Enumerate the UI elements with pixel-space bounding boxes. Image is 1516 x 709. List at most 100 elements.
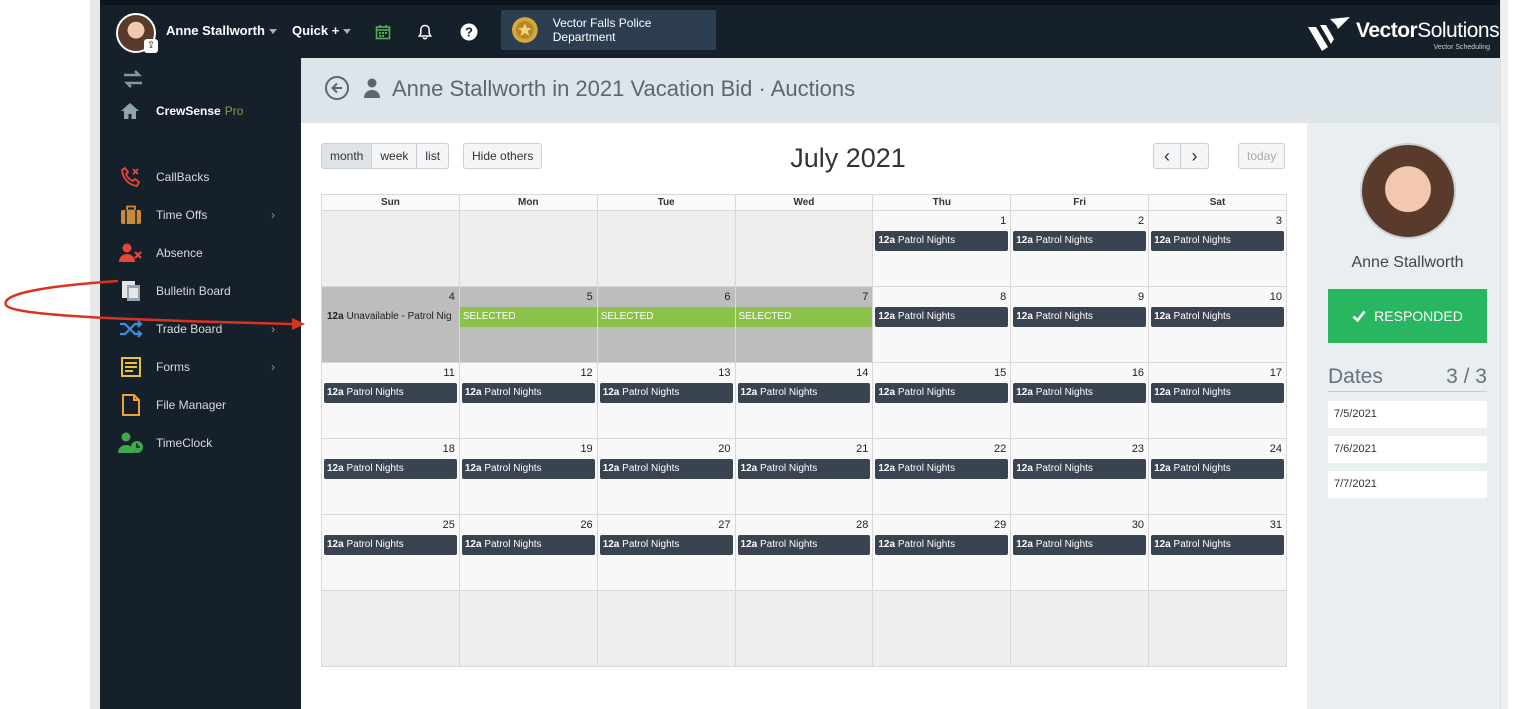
share-icon[interactable]: ⇪ bbox=[144, 39, 158, 53]
day-cell[interactable] bbox=[872, 590, 1012, 667]
selected-event[interactable]: SELECTED bbox=[459, 307, 597, 327]
day-cell[interactable]: 12 12a Patrol Nights bbox=[458, 362, 598, 439]
day-cell[interactable] bbox=[734, 590, 874, 667]
day-cell[interactable]: 22 12a Patrol Nights bbox=[872, 438, 1012, 515]
day-cell[interactable]: 24 12a Patrol Nights bbox=[1148, 438, 1287, 515]
day-cell[interactable]: 20 12a Patrol Nights bbox=[596, 438, 736, 515]
day-cell[interactable]: 15 12a Patrol Nights bbox=[872, 362, 1012, 439]
sidebar-item-time-offs[interactable]: Time Offs › bbox=[100, 196, 301, 234]
shift-event[interactable]: 12a Patrol Nights bbox=[1151, 535, 1284, 555]
shift-event[interactable]: 12a Patrol Nights bbox=[461, 459, 595, 479]
shift-event[interactable]: 12a Patrol Nights bbox=[875, 535, 1009, 555]
responded-button[interactable]: RESPONDED bbox=[1328, 289, 1487, 343]
day-cell[interactable]: 10 12a Patrol Nights bbox=[1148, 286, 1287, 363]
day-cell[interactable]: 2 12a Patrol Nights bbox=[1010, 210, 1150, 287]
day-cell[interactable]: 6 SELECTED bbox=[596, 286, 736, 363]
shift-event[interactable]: 12a Patrol Nights bbox=[875, 383, 1009, 403]
shift-event[interactable]: 12a Patrol Nights bbox=[599, 535, 733, 555]
day-cell[interactable]: 11 12a Patrol Nights bbox=[321, 362, 460, 439]
day-cell[interactable]: 27 12a Patrol Nights bbox=[596, 514, 736, 591]
shift-event[interactable]: 12a Patrol Nights bbox=[324, 383, 457, 403]
day-cell[interactable]: 19 12a Patrol Nights bbox=[458, 438, 598, 515]
shift-event[interactable]: 12a Patrol Nights bbox=[1013, 231, 1147, 251]
sidebar-item-trade-board[interactable]: Trade Board › bbox=[100, 310, 301, 348]
shift-event[interactable]: 12a Patrol Nights bbox=[461, 383, 595, 403]
day-cell[interactable]: 13 12a Patrol Nights bbox=[596, 362, 736, 439]
day-cell[interactable]: 29 12a Patrol Nights bbox=[872, 514, 1012, 591]
department-switcher[interactable]: Vector Falls Police Department bbox=[501, 10, 716, 50]
help-icon[interactable]: ? bbox=[458, 21, 480, 43]
day-cell[interactable]: 18 12a Patrol Nights bbox=[321, 438, 460, 515]
day-cell[interactable]: 17 12a Patrol Nights bbox=[1148, 362, 1287, 439]
day-cell[interactable] bbox=[458, 590, 598, 667]
crewsense-home[interactable]: CrewSense Pro bbox=[120, 102, 243, 120]
selected-event[interactable]: SELECTED bbox=[597, 307, 735, 327]
day-cell[interactable]: 8 12a Patrol Nights bbox=[872, 286, 1012, 363]
day-cell[interactable]: 31 12a Patrol Nights bbox=[1148, 514, 1287, 591]
day-cell[interactable]: 14 12a Patrol Nights bbox=[734, 362, 874, 439]
calendar-icon[interactable] bbox=[372, 21, 394, 43]
shift-event[interactable]: 12a Patrol Nights bbox=[1151, 307, 1284, 327]
user-menu[interactable]: Anne Stallworth bbox=[166, 23, 277, 38]
sidebar-item-forms[interactable]: Forms › bbox=[100, 348, 301, 386]
day-cell[interactable]: 30 12a Patrol Nights bbox=[1010, 514, 1150, 591]
day-cell[interactable]: 4 12a Unavailable - Patrol Nig bbox=[321, 286, 460, 363]
shift-event[interactable]: 12a Patrol Nights bbox=[599, 383, 733, 403]
date-item[interactable]: 7/6/2021 bbox=[1328, 436, 1487, 463]
day-cell[interactable]: 21 12a Patrol Nights bbox=[734, 438, 874, 515]
day-cell[interactable]: 7 SELECTED bbox=[734, 286, 874, 363]
sidebar-item-label: Forms bbox=[156, 360, 190, 374]
quick-menu[interactable]: Quick + bbox=[292, 23, 352, 38]
shift-event[interactable]: 12a Patrol Nights bbox=[324, 459, 457, 479]
bell-icon[interactable] bbox=[414, 21, 436, 43]
shift-event[interactable]: 12a Patrol Nights bbox=[1013, 307, 1147, 327]
sidebar-item-timeclock[interactable]: TimeClock bbox=[100, 424, 301, 462]
day-cell[interactable]: 26 12a Patrol Nights bbox=[458, 514, 598, 591]
shift-event[interactable]: 12a Patrol Nights bbox=[737, 535, 871, 555]
day-cell[interactable]: 23 12a Patrol Nights bbox=[1010, 438, 1150, 515]
day-cell[interactable] bbox=[321, 590, 460, 667]
sidebar-item-callbacks[interactable]: CallBacks bbox=[100, 158, 301, 196]
day-cell[interactable]: 9 12a Patrol Nights bbox=[1010, 286, 1150, 363]
shift-event[interactable]: 12a Patrol Nights bbox=[1013, 459, 1147, 479]
day-cell[interactable]: 1 12a Patrol Nights bbox=[872, 210, 1012, 287]
unavailable-event[interactable]: 12a Unavailable - Patrol Nig bbox=[324, 307, 459, 327]
day-cell[interactable] bbox=[458, 210, 598, 287]
day-cell[interactable] bbox=[1148, 590, 1287, 667]
day-cell[interactable] bbox=[734, 210, 874, 287]
day-cell[interactable] bbox=[321, 210, 460, 287]
shift-event[interactable]: 12a Patrol Nights bbox=[875, 459, 1009, 479]
next-month-button[interactable]: › bbox=[1181, 143, 1209, 169]
day-cell[interactable]: 25 12a Patrol Nights bbox=[321, 514, 460, 591]
shift-event[interactable]: 12a Patrol Nights bbox=[1151, 383, 1284, 403]
day-cell[interactable]: 28 12a Patrol Nights bbox=[734, 514, 874, 591]
shift-event[interactable]: 12a Patrol Nights bbox=[1013, 535, 1147, 555]
shift-event[interactable]: 12a Patrol Nights bbox=[599, 459, 733, 479]
shift-event[interactable]: 12a Patrol Nights bbox=[875, 231, 1009, 251]
selected-event[interactable]: SELECTED bbox=[735, 307, 873, 327]
prev-month-button[interactable]: ‹ bbox=[1153, 143, 1181, 169]
shift-event[interactable]: 12a Patrol Nights bbox=[737, 459, 871, 479]
day-cell[interactable] bbox=[596, 590, 736, 667]
sidebar-item-bulletin-board[interactable]: Bulletin Board bbox=[100, 272, 301, 310]
swap-arrows-icon[interactable] bbox=[122, 70, 144, 93]
sidebar-item-absence[interactable]: Absence bbox=[100, 234, 301, 272]
day-cell[interactable]: 16 12a Patrol Nights bbox=[1010, 362, 1150, 439]
back-button[interactable] bbox=[325, 76, 349, 100]
shift-event[interactable]: 12a Patrol Nights bbox=[1151, 231, 1284, 251]
window-scrollbar[interactable] bbox=[1500, 0, 1508, 709]
sidebar-item-file-manager[interactable]: File Manager bbox=[100, 386, 301, 424]
shift-event[interactable]: 12a Patrol Nights bbox=[461, 535, 595, 555]
shift-event[interactable]: 12a Patrol Nights bbox=[1151, 459, 1284, 479]
date-item[interactable]: 7/5/2021 bbox=[1328, 401, 1487, 428]
shift-event[interactable]: 12a Patrol Nights bbox=[737, 383, 871, 403]
shift-event[interactable]: 12a Patrol Nights bbox=[324, 535, 457, 555]
today-button[interactable]: today bbox=[1238, 143, 1286, 169]
shift-event[interactable]: 12a Patrol Nights bbox=[1013, 383, 1147, 403]
day-cell[interactable] bbox=[1010, 590, 1150, 667]
day-cell[interactable]: 5 SELECTED bbox=[458, 286, 598, 363]
day-cell[interactable]: 3 12a Patrol Nights bbox=[1148, 210, 1287, 287]
date-item[interactable]: 7/7/2021 bbox=[1328, 471, 1487, 498]
day-cell[interactable] bbox=[596, 210, 736, 287]
shift-event[interactable]: 12a Patrol Nights bbox=[875, 307, 1009, 327]
